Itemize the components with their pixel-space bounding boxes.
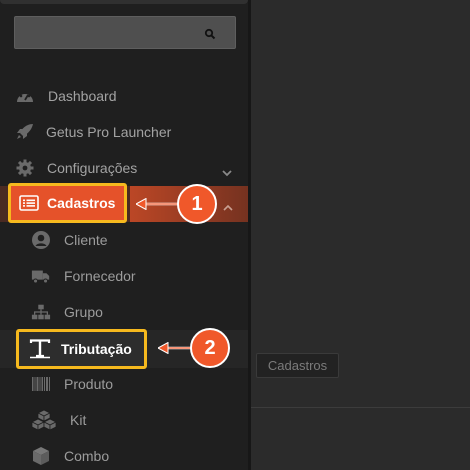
cubes-icon [31, 409, 57, 431]
sidebar-item-label: Produto [64, 376, 114, 392]
sidebar-item-label: Kit [70, 412, 87, 428]
list-card-icon [19, 194, 39, 212]
sidebar-item-label: Getus Pro Launcher [46, 124, 172, 140]
sidebar-subitem-kit[interactable]: Kit [0, 402, 248, 438]
sidebar-item-label: Cadastros [47, 195, 116, 211]
content-divider [251, 407, 470, 408]
callout-badge-1: 1 [177, 184, 217, 224]
rocket-icon [15, 123, 35, 141]
arrow-left-icon [136, 198, 178, 210]
search-box [14, 16, 236, 49]
user-circle-icon [31, 231, 51, 249]
text-tool-icon [29, 339, 51, 359]
sidebar-subitem-tributacao[interactable]: Tributação [16, 329, 147, 369]
sidebar-item-label: Configurações [47, 160, 138, 176]
sidebar-item-dashboard[interactable]: Dashboard [0, 78, 248, 114]
sidebar-subitem-grupo[interactable]: Grupo [0, 294, 248, 330]
gauge-icon [15, 87, 35, 105]
sidebar-item-cadastros[interactable]: Cadastros [8, 183, 127, 223]
tooltip: Cadastros [256, 353, 339, 378]
chevron-up-icon [222, 199, 234, 211]
callout-badge-2: 2 [190, 328, 230, 368]
sidebar-item-label: Cliente [64, 232, 108, 248]
gear-icon [15, 159, 35, 177]
sidebar-item-label: Grupo [64, 304, 103, 320]
sidebar-top-bar [0, 0, 248, 4]
sidebar-item-label: Tributação [61, 341, 132, 357]
sidebar-subitem-fornecedor[interactable]: Fornecedor [0, 258, 248, 294]
sidebar-item-label: Fornecedor [64, 268, 136, 284]
main-content-area [251, 0, 470, 470]
sidebar-item-label: Dashboard [48, 88, 117, 104]
arrow-left-icon [158, 342, 192, 354]
sidebar-item-label: Combo [64, 448, 110, 464]
chevron-down-icon [221, 164, 233, 177]
sidebar-item-launcher[interactable]: Getus Pro Launcher [0, 114, 248, 150]
cube-icon [31, 447, 51, 465]
sidebar-subitem-cliente[interactable]: Cliente [0, 222, 248, 258]
sidebar-subitem-combo[interactable]: Combo [0, 438, 248, 470]
sidebar-edge [248, 0, 251, 470]
search-icon[interactable] [204, 27, 216, 40]
truck-icon [31, 267, 51, 285]
sitemap-icon [31, 303, 51, 321]
sidebar-item-configuracoes[interactable]: Configurações [0, 150, 248, 186]
sidebar-subitem-produto[interactable]: Produto [0, 366, 248, 402]
search-input[interactable] [15, 17, 195, 48]
barcode-icon [31, 375, 51, 393]
